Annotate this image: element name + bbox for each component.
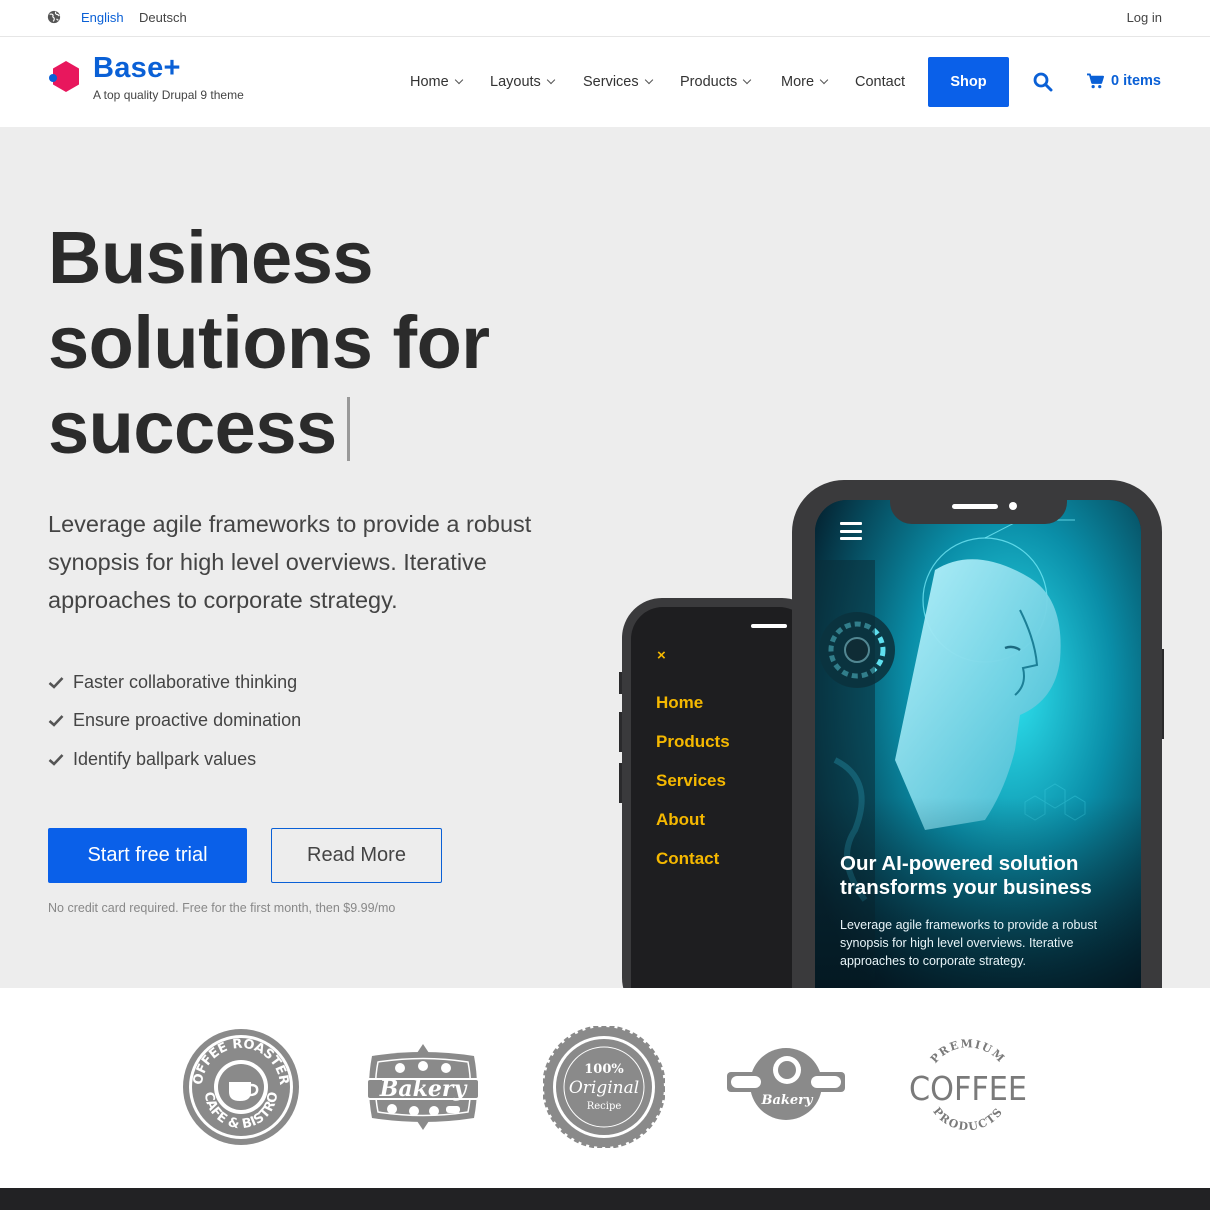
nav-item-layouts[interactable]: Layouts: [490, 74, 583, 90]
phone-screen: × Home Products Services About Contact: [631, 607, 811, 988]
nav-item-label: Products: [680, 74, 738, 90]
nav-item-products[interactable]: Products: [680, 74, 781, 90]
nav-item-more[interactable]: More: [781, 74, 855, 90]
hamburger-menu-icon: [840, 522, 862, 540]
utility-bar: English Deutsch Log in: [0, 0, 1210, 37]
footer: [0, 1188, 1210, 1210]
hero-lead: Leverage agile frameworks to provide a r…: [48, 511, 532, 613]
nav-item-label: Contact: [855, 74, 905, 90]
logo-text: Original: [569, 1078, 639, 1098]
bakery-banner-logo: Bakery: [727, 1048, 845, 1120]
nav-item-label: More: [781, 74, 815, 90]
speaker-grille: [952, 504, 998, 509]
hero-section: Business solutions for success Leverage …: [0, 127, 1210, 988]
client-logos: COFFEE ROASTERS CAFE & BISTRO Bakery 100…: [0, 988, 1210, 1188]
mockup-screen-title: Our AI-powered solution transforms your …: [840, 852, 1092, 899]
camera-dot: [1009, 502, 1017, 510]
nav-item-label: Layouts: [490, 74, 541, 90]
svg-text:PRODUCTS: PRODUCTS: [930, 1105, 1005, 1134]
feature-text: Ensure proactive domination: [73, 710, 302, 731]
logo-text: Bakery: [760, 1093, 814, 1108]
hero-title-line: success: [48, 386, 337, 469]
nav-item-services[interactable]: Services: [583, 74, 680, 90]
hero-title: Business solutions for success: [48, 215, 608, 470]
check-icon: [48, 753, 64, 766]
site-header: Base+ A top quality Drupal 9 theme Home …: [0, 37, 1210, 127]
read-more-button[interactable]: Read More: [271, 828, 442, 883]
check-icon: [48, 715, 64, 728]
language-english-link[interactable]: English: [81, 10, 124, 25]
brand-logo-icon[interactable]: [48, 59, 84, 95]
check-icon: [48, 676, 64, 689]
phone-screen: Our AI-powered solution transforms your …: [815, 500, 1141, 988]
logo-text: COFFEE: [909, 1069, 1027, 1108]
close-icon: ×: [657, 647, 666, 664]
feature-item: Identify ballpark values: [48, 740, 301, 779]
feature-item: Faster collaborative thinking: [48, 663, 301, 702]
login-link[interactable]: Log in: [1127, 10, 1162, 25]
feature-list: Faster collaborative thinking Ensure pro…: [48, 663, 301, 779]
ai-robot-image: [815, 500, 1141, 988]
shop-button[interactable]: Shop: [928, 57, 1009, 107]
hero-title-line: solutions for: [48, 301, 490, 384]
fine-print: No credit card required. Free for the fi…: [48, 901, 396, 915]
cart-icon: [1087, 73, 1104, 89]
mobile-menu-item: About: [656, 810, 706, 829]
logo-text: PRODUCTS: [930, 1105, 1004, 1134]
main-nav: Home Layouts Services Products More Cont…: [410, 74, 905, 90]
original-recipe-logo: 100% Original Recipe: [543, 1026, 665, 1148]
speaker-grille: [751, 624, 787, 628]
premium-coffee-logo: PREMIUM COFFEE PRODUCTS: [909, 1037, 1027, 1134]
feature-text: Faster collaborative thinking: [73, 671, 298, 692]
feature-text: Identify ballpark values: [73, 748, 257, 769]
nav-item-contact[interactable]: Contact: [855, 74, 905, 90]
mobile-menu-item: Contact: [656, 849, 720, 868]
nav-item-home[interactable]: Home: [410, 74, 490, 90]
search-icon[interactable]: [1033, 72, 1053, 92]
logo-text: Recipe: [587, 1101, 622, 1112]
chevron-down-icon: [454, 75, 463, 85]
bakery-logo: Bakery: [366, 1044, 480, 1130]
hero-title-line: Business: [48, 216, 374, 299]
svg-text:PREMIUM: PREMIUM: [928, 1037, 1008, 1066]
mobile-menu: Home Products Services About Contact: [656, 693, 730, 888]
logo-text: Bakery: [379, 1076, 469, 1102]
start-free-trial-button[interactable]: Start free trial: [48, 828, 247, 883]
brand-tagline: A top quality Drupal 9 theme: [93, 88, 244, 102]
nav-item-label: Services: [583, 74, 639, 90]
mobile-menu-item: Products: [656, 732, 730, 751]
coffee-roasters-logo: COFFEE ROASTERS CAFE & BISTRO: [180, 1026, 299, 1145]
globe-icon: [47, 10, 61, 24]
brand-name[interactable]: Base+: [93, 52, 181, 85]
typing-cursor: [346, 397, 350, 461]
chevron-down-icon: [742, 75, 752, 85]
feature-item: Ensure proactive domination: [48, 702, 301, 741]
mockup-screen-body: Leverage agile frameworks to provide a r…: [840, 918, 1098, 968]
phone-notch: [890, 500, 1067, 524]
mobile-menu-item: Services: [656, 771, 726, 790]
logo-text: 100%: [584, 1062, 624, 1077]
phone-mockup-front: Our AI-powered solution transforms your …: [792, 480, 1162, 988]
chevron-down-icon: [644, 75, 653, 85]
cart-count: 0 items: [1111, 73, 1161, 89]
chevron-down-icon: [546, 75, 556, 85]
chevron-down-icon: [819, 75, 829, 85]
logo-text: PREMIUM: [928, 1037, 1006, 1066]
cart-link[interactable]: 0 items: [1087, 73, 1161, 89]
language-deutsch-link[interactable]: Deutsch: [139, 10, 187, 25]
nav-item-label: Home: [410, 74, 449, 90]
mobile-menu-item: Home: [656, 693, 704, 712]
